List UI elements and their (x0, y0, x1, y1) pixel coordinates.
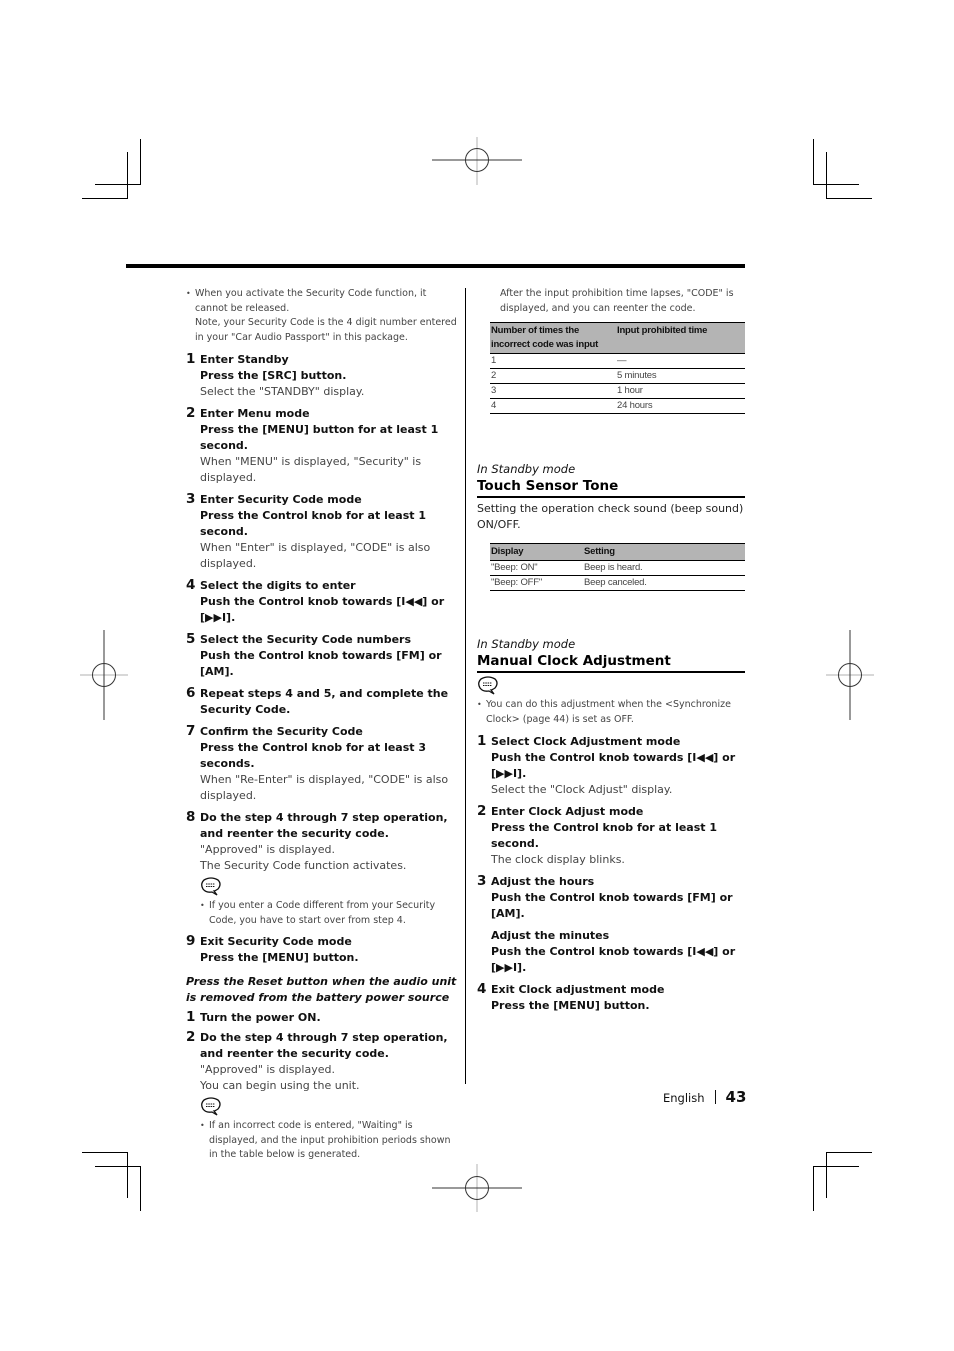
reset-step-1: 1 Turn the power ON. (186, 1009, 321, 1025)
table-row: "Beep: OFF" Beep canceled. (490, 575, 745, 591)
clock-step-1: 1 Select Clock Adjustment mode Push the … (477, 733, 736, 796)
step-7: 7 Confirm the Security Code Press the Co… (186, 723, 449, 802)
language-label: English (663, 1091, 705, 1105)
left-column: When you activate the Security Code func… (186, 287, 458, 1163)
clock-step-4: 4 Exit Clock adjustment mode Press the [… (477, 981, 665, 1012)
section-heading: Manual Clock Adjustment (477, 652, 745, 673)
note-icon (478, 676, 498, 695)
section-heading: Touch Sensor Tone (477, 477, 745, 498)
footer-divider (714, 1090, 716, 1104)
continued-note: After the input prohibition time lapses,… (500, 288, 734, 314)
step-8: 8 Do the step 4 through 7 step operation… (186, 809, 458, 928)
step-6: 6 Repeat steps 4 and 5, and complete the… (186, 685, 449, 716)
section-intro: Setting the operation check sound (beep … (477, 502, 744, 531)
reset-step-2: 2 Do the step 4 through 7 step operation… (186, 1029, 458, 1163)
table-header: Display Setting (490, 543, 745, 561)
page-number: 43 (725, 1088, 747, 1106)
right-column: After the input prohibition time lapses,… (477, 287, 745, 1014)
touch-sensor-section: In Standby mode Touch Sensor Tone Settin… (477, 461, 745, 591)
reset-heading: Press the Reset button when the audio un… (186, 975, 457, 1004)
table-header: Number of times the incorrect code was i… (490, 322, 745, 354)
registration-mark-left (80, 630, 128, 720)
table-row: "Beep: ON" Beep is heard. (490, 560, 745, 576)
mode-label: In Standby mode (477, 637, 576, 651)
beep-table: Display Setting "Beep: ON" Beep is heard.… (490, 543, 745, 591)
step-1: 1 Enter Standby Press the [SRC] button. … (186, 351, 365, 398)
intro-bullet: When you activate the Security Code func… (186, 287, 458, 345)
page-footer: English 43 (663, 1088, 746, 1106)
column-divider (465, 288, 466, 1084)
registration-mark-right (826, 630, 874, 720)
registration-mark-bottom (432, 1164, 522, 1212)
clock-section: In Standby mode Manual Clock Adjustment … (477, 636, 745, 1014)
step-4: 4 Select the digits to enter Push the Co… (186, 577, 445, 624)
step-9: 9 Exit Security Code mode Press the [MEN… (186, 933, 359, 964)
mode-label: In Standby mode (477, 462, 576, 476)
table-row: 1— (490, 353, 745, 369)
clock-step-3: 3 Adjust the hours Push the Control knob… (477, 873, 736, 974)
step-2: 2 Enter Menu mode Press the [MENU] butto… (186, 405, 439, 484)
step-3: 3 Enter Security Code mode Press the Con… (186, 491, 431, 570)
table-row: 25 minutes (490, 368, 745, 384)
clock-step-2: 2 Enter Clock Adjust mode Press the Cont… (477, 803, 718, 866)
clock-note: You can do this adjustment when the <Syn… (477, 698, 745, 727)
registration-mark-top (432, 137, 522, 185)
table-row: 4 24 hours (490, 398, 745, 414)
prohibition-table: Number of times the incorrect code was i… (490, 322, 745, 414)
header-rule (126, 264, 745, 268)
step-5: 5 Select the Security Code numbers Push … (186, 631, 442, 678)
table-row: 31 hour (490, 383, 745, 399)
note-icon (201, 1097, 221, 1116)
note-icon (201, 877, 221, 896)
